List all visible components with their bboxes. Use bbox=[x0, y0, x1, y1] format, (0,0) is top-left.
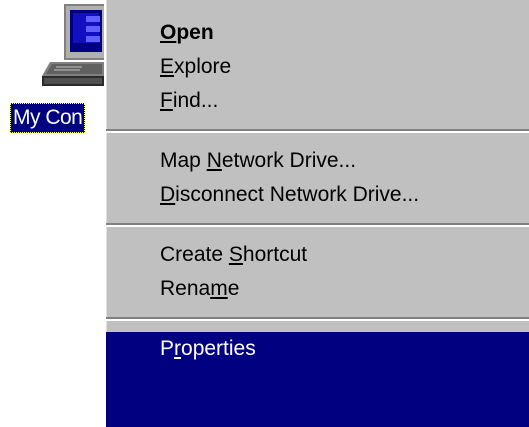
menu-item-open[interactable]: Open bbox=[106, 16, 529, 50]
menu-item-label: Properties bbox=[160, 337, 256, 360]
screen: My Con Open Explore Find... Map Network Dri… bbox=[0, 0, 529, 427]
desktop-icon-label[interactable]: My Con bbox=[10, 103, 86, 133]
menu-item-label: Create Shortcut bbox=[160, 243, 308, 266]
menu-item-label: Map Network Drive... bbox=[160, 149, 357, 172]
menu-item-label: Open bbox=[160, 21, 214, 44]
menu-item-rename[interactable]: Rename bbox=[106, 272, 529, 306]
desktop-icon-my-computer[interactable]: My Con bbox=[0, 0, 104, 427]
menu-item-find[interactable]: Find... bbox=[106, 84, 529, 118]
menu-separator bbox=[106, 129, 529, 133]
menu-item-disconnect-network-drive[interactable]: Disconnect Network Drive... bbox=[106, 178, 529, 212]
menu-separator bbox=[106, 317, 529, 321]
menu-item-map-network-drive[interactable]: Map Network Drive... bbox=[106, 144, 529, 178]
computer-icon bbox=[42, 4, 104, 86]
menu-item-create-shortcut[interactable]: Create Shortcut bbox=[106, 238, 529, 272]
menu-item-explore[interactable]: Explore bbox=[106, 50, 529, 84]
menu-item-label: Disconnect Network Drive... bbox=[160, 183, 420, 206]
menu-item-properties[interactable]: Properties bbox=[106, 332, 529, 427]
menu-item-label: Rename bbox=[160, 277, 240, 300]
menu-separator bbox=[106, 223, 529, 227]
context-menu: Open Explore Find... Map Network Drive... Di… bbox=[104, 0, 529, 427]
menu-item-label: Explore bbox=[160, 55, 232, 78]
menu-item-label: Find... bbox=[160, 89, 219, 112]
